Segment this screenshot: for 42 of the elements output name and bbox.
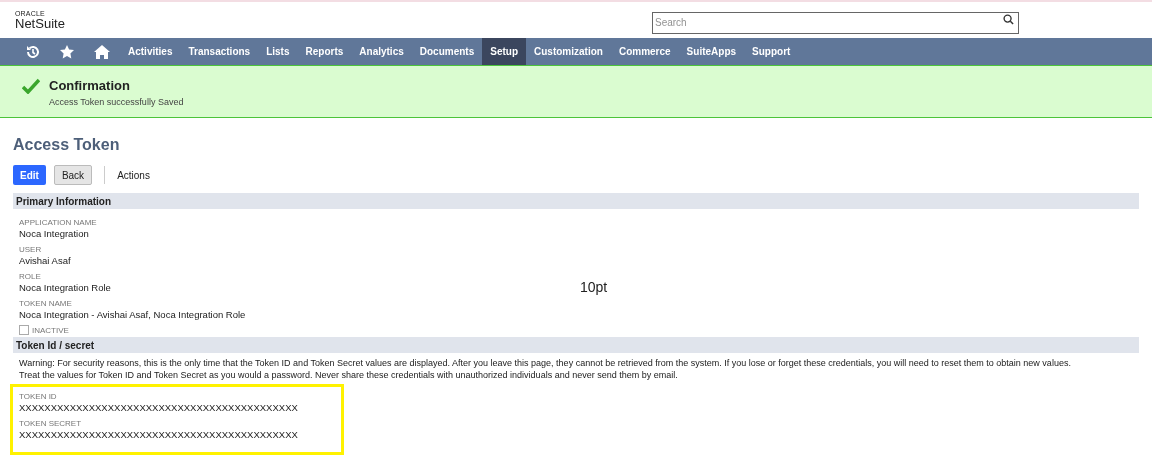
confirmation-message: Access Token successfully Saved bbox=[49, 95, 184, 109]
warning-text: Treat the values for Token ID and Token Secret as you would a password. Never share these credentials with unauthorized individuals and never send them by email. bbox=[19, 369, 679, 381]
page-title: Access Token bbox=[13, 135, 121, 155]
nav-tab[interactable]: Setup bbox=[482, 38, 526, 65]
nav-tab[interactable]: Lists bbox=[258, 38, 298, 65]
field-value: Noca Integration Role bbox=[19, 282, 111, 293]
field-label: TOKEN ID bbox=[19, 391, 58, 402]
actions-menu[interactable]: Actions bbox=[117, 167, 150, 183]
nav-tab[interactable]: Reports bbox=[297, 38, 352, 65]
nav-tab[interactable]: Analytics bbox=[351, 38, 412, 65]
search-field[interactable]: Search bbox=[652, 11, 1019, 34]
field-value: Noca Integration - Avishai Asaf, Noca Integration Role bbox=[19, 309, 246, 320]
warning-text: Warning: For security reasons, this is the only time that the Token ID and Token Secret values are displayed. After you leave this page, they cannot be retrieved from the system. If you lose or forget these credentials, you will need to reset them to obtain new values. bbox=[19, 357, 1072, 369]
nav-tab[interactable]: SuiteApps bbox=[678, 38, 745, 65]
field-label: TOKEN SECRET bbox=[19, 418, 83, 429]
nav-tab[interactable]: Documents bbox=[411, 38, 483, 65]
history-icon[interactable] bbox=[25, 43, 41, 60]
checkmark-icon bbox=[22, 78, 40, 94]
field-label: USER bbox=[19, 244, 42, 255]
field-label: APPLICATION NAME bbox=[19, 217, 97, 228]
section-header: Primary Information bbox=[13, 193, 1139, 209]
annotation-text: 10pt bbox=[580, 278, 608, 297]
field-label: ROLE bbox=[19, 271, 41, 282]
field-label: TOKEN NAME bbox=[19, 298, 72, 309]
field-value: XXXXXXXXXXXXXXXXXXXXXXXXXXXXXXXXXXXXXXXXXXXX bbox=[19, 402, 299, 413]
search-icon[interactable] bbox=[1003, 14, 1014, 25]
home-icon[interactable] bbox=[93, 43, 111, 60]
field-value: XXXXXXXXXXXXXXXXXXXXXXXXXXXXXXXXXXXXXXXXXXXX bbox=[19, 429, 299, 440]
nav-tab[interactable]: Customization bbox=[526, 38, 611, 65]
logo-netsuite: NetSuite bbox=[15, 17, 65, 30]
nav-tab[interactable]: Support bbox=[744, 38, 799, 65]
nav-tab[interactable]: Activities bbox=[120, 38, 181, 65]
field-value: Avishai Asaf bbox=[19, 255, 71, 266]
star-icon[interactable] bbox=[59, 43, 75, 60]
nav-tab[interactable]: Commerce bbox=[610, 38, 679, 65]
nav-tab[interactable]: Transactions bbox=[180, 38, 259, 65]
field-value: Noca Integration bbox=[19, 228, 89, 239]
confirmation-title: Confirmation bbox=[49, 77, 131, 95]
section-header: Token Id / secret bbox=[13, 337, 1139, 353]
inactive-label: INACTIVE bbox=[32, 327, 69, 335]
edit-button[interactable]: Edit bbox=[13, 165, 46, 185]
back-button[interactable]: Back bbox=[53, 165, 93, 185]
